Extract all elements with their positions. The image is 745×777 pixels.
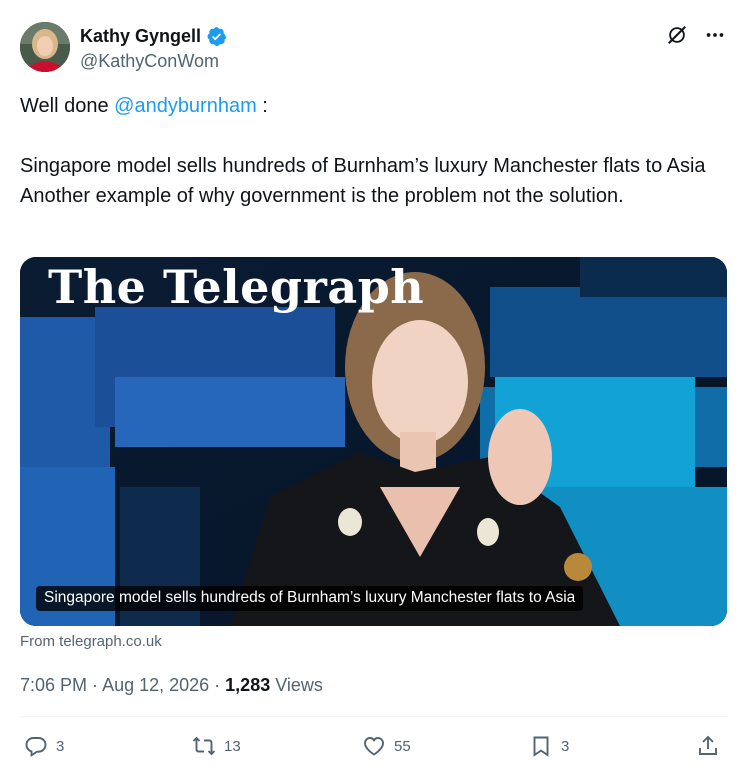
share-icon xyxy=(699,735,717,755)
bookmark-count: 3 xyxy=(561,737,570,755)
reply-icon xyxy=(25,737,47,758)
retweet-count: 13 xyxy=(224,737,241,755)
divider xyxy=(20,716,727,717)
tweet-line-1-prefix: Well done xyxy=(20,95,115,117)
card-caption[interactable]: Singapore model sells hundreds of Burnha… xyxy=(36,586,584,611)
tweet-date[interactable]: Aug 12, 2026 xyxy=(102,675,209,695)
views-count: 1,283 xyxy=(225,675,271,695)
share-button[interactable] xyxy=(696,734,720,758)
more-icon[interactable] xyxy=(704,24,726,46)
bookmark-button[interactable]: 3 xyxy=(529,734,569,758)
retweet-icon xyxy=(192,736,216,756)
reply-button[interactable]: 3 xyxy=(24,734,64,758)
telegraph-masthead: The Telegraph xyxy=(48,260,425,314)
tweet-line-3: Another example of why government is the… xyxy=(20,185,624,207)
tweet-time[interactable]: 7:06 PM xyxy=(20,675,87,695)
tweet-header: Kathy Gyngell @KathyConWom xyxy=(20,22,726,74)
tweet-text: Well done @andyburnham : Singapore model… xyxy=(20,91,730,211)
tweet-line-1-suffix: : xyxy=(256,95,268,117)
tweet-line-2: Singapore model sells hundreds of Burnha… xyxy=(20,155,706,177)
grok-icon[interactable] xyxy=(666,24,688,46)
verified-badge-icon[interactable] xyxy=(206,26,227,47)
tweet-meta: 7:06 PM · Aug 12, 2026 · 1,283 Views xyxy=(20,675,323,695)
display-name[interactable]: Kathy Gyngell xyxy=(80,25,227,47)
header-actions xyxy=(666,24,726,46)
retweet-button[interactable]: 13 xyxy=(192,734,241,758)
mention-link[interactable]: @andyburnham xyxy=(114,95,257,117)
handle[interactable]: @KathyConWom xyxy=(80,49,227,73)
card-source[interactable]: From telegraph.co.uk xyxy=(20,632,162,652)
action-bar: 3 13 55 3 xyxy=(24,734,724,762)
like-count: 55 xyxy=(394,737,411,755)
like-button[interactable]: 55 xyxy=(362,734,411,758)
bookmark-icon xyxy=(533,736,549,757)
reply-count: 3 xyxy=(56,737,65,755)
avatar[interactable] xyxy=(20,22,70,72)
heart-icon xyxy=(364,737,384,756)
views-label: Views xyxy=(275,675,323,695)
author-names: Kathy Gyngell @KathyConWom xyxy=(80,25,227,73)
tweet-line-1: Well done @andyburnham : xyxy=(20,91,730,121)
link-card[interactable]: The Telegraph Singapore model sells hund… xyxy=(20,257,727,626)
display-name-text[interactable]: Kathy Gyngell xyxy=(80,25,201,47)
